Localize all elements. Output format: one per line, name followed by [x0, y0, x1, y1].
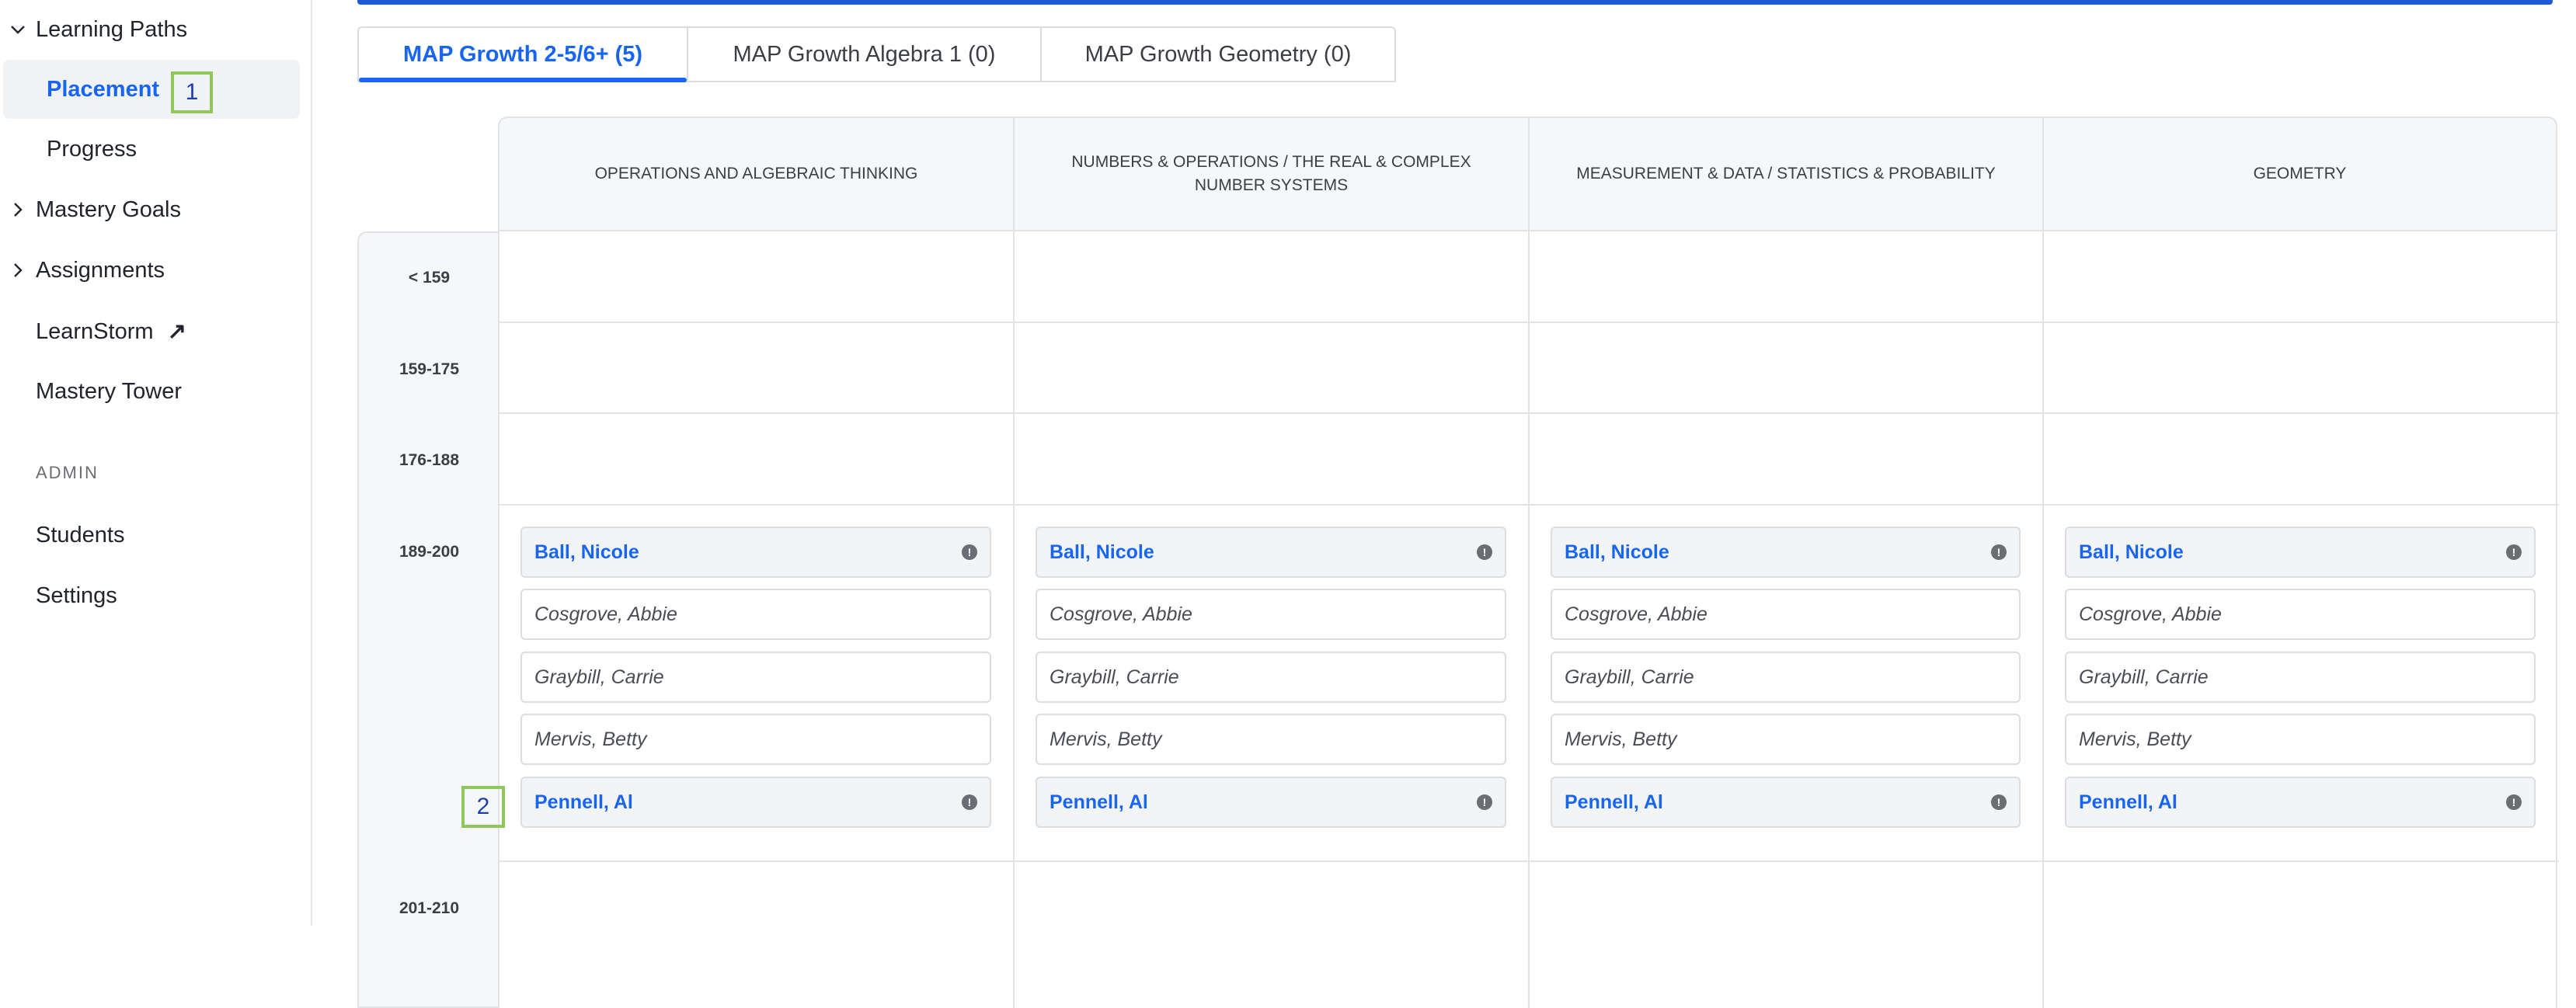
nav-learnstorm-label: LearnStorm ↗ — [36, 318, 186, 344]
nav-progress-label: Progress — [47, 136, 138, 162]
student-card[interactable]: Cosgrove, Abbie — [520, 589, 991, 640]
chevron-down-icon — [6, 18, 30, 41]
top-accent-bar — [357, 0, 2553, 5]
column-header: NUMBERS & OPERATIONS / THE REAL & COMPLE… — [1013, 116, 1528, 231]
student-card[interactable]: Mervis, Betty — [1036, 714, 1506, 765]
annotation-marker-1: 1 — [171, 71, 213, 113]
row-label: 176-188 — [399, 451, 460, 469]
student-card[interactable]: Cosgrove, Abbie — [1036, 589, 1506, 640]
info-icon: ! — [1477, 544, 1492, 560]
student-card[interactable]: Ball, Nicole! — [2065, 527, 2536, 578]
annotation-marker-2: 2 — [461, 786, 505, 828]
test-tabs: MAP Growth 2-5/6+ (5) MAP Growth Algebra… — [357, 26, 1396, 82]
row-label: 159-175 — [399, 360, 460, 378]
admin-heading: ADMIN — [36, 463, 99, 482]
nav-mastery-goals-label: Mastery Goals — [36, 196, 181, 222]
student-card[interactable]: Graybill, Carrie — [2065, 652, 2536, 703]
info-icon: ! — [2506, 794, 2522, 810]
student-card[interactable]: Mervis, Betty — [2065, 714, 2536, 765]
nav-placement[interactable]: Placement — [3, 60, 300, 119]
chevron-right-icon — [6, 198, 30, 221]
info-icon: ! — [1991, 544, 2007, 560]
column-divider — [1013, 231, 1015, 1008]
student-card[interactable]: Graybill, Carrie — [1036, 652, 1506, 703]
student-card[interactable]: Cosgrove, Abbie — [2065, 589, 2536, 640]
nav-learning-paths-label: Learning Paths — [36, 16, 188, 42]
student-card[interactable]: Ball, Nicole! — [1551, 527, 2021, 578]
row-label: < 159 — [408, 269, 451, 287]
student-card[interactable]: Graybill, Carrie — [1551, 652, 2021, 703]
student-card[interactable]: Cosgrove, Abbie — [1551, 589, 2021, 640]
column-header: GEOMETRY — [2042, 116, 2557, 231]
student-card[interactable]: Graybill, Carrie — [520, 652, 991, 703]
row-label: 201-210 — [399, 899, 460, 917]
tab-map-growth-2-5[interactable]: MAP Growth 2-5/6+ (5) — [357, 26, 687, 82]
score-range-column: < 159 159-175 176-188 189-200 201-210 — [357, 231, 498, 1008]
sidebar: Learning Paths Placement 1 Progress Mast… — [0, 0, 312, 926]
nav-mastery-tower-label: Mastery Tower — [36, 378, 183, 404]
external-link-icon: ↗ — [167, 318, 186, 344]
info-icon: ! — [962, 794, 977, 810]
info-icon: ! — [962, 544, 977, 560]
chevron-right-icon — [6, 259, 30, 282]
column-header: OPERATIONS AND ALGEBRAIC THINKING — [498, 116, 1013, 231]
column-divider — [1528, 231, 1530, 1008]
nav-students-label: Students — [36, 522, 125, 547]
tab-map-growth-geometry[interactable]: MAP Growth Geometry (0) — [1040, 26, 1396, 82]
student-card[interactable]: Ball, Nicole! — [1036, 527, 1506, 578]
nav-assignments-label: Assignments — [36, 257, 165, 283]
tab-map-growth-algebra-1[interactable]: MAP Growth Algebra 1 (0) — [687, 26, 1040, 82]
placement-cells: Ball, Nicole! Cosgrove, Abbie Graybill, … — [498, 231, 2559, 1008]
student-card[interactable]: Pennell, Al! — [1551, 777, 2021, 828]
student-card[interactable]: Mervis, Betty — [1551, 714, 2021, 765]
student-card[interactable]: Pennell, Al! — [2065, 777, 2536, 828]
placement-grid: OPERATIONS AND ALGEBRAIC THINKING NUMBER… — [357, 116, 2559, 1008]
info-icon: ! — [1477, 794, 1492, 810]
nav-settings-label: Settings — [36, 582, 117, 608]
student-card[interactable]: Pennell, Al! — [520, 777, 991, 828]
info-icon: ! — [1991, 794, 2007, 810]
column-divider — [2042, 231, 2044, 1008]
student-card[interactable]: Pennell, Al! — [1036, 777, 1506, 828]
info-icon: ! — [2506, 544, 2522, 560]
row-label: 189-200 — [399, 543, 460, 561]
column-header: MEASUREMENT & DATA / STATISTICS & PROBAB… — [1528, 116, 2042, 231]
student-card[interactable]: Mervis, Betty — [520, 714, 991, 765]
student-card[interactable]: Ball, Nicole! — [520, 527, 991, 578]
nav-placement-label: Placement — [47, 76, 160, 102]
